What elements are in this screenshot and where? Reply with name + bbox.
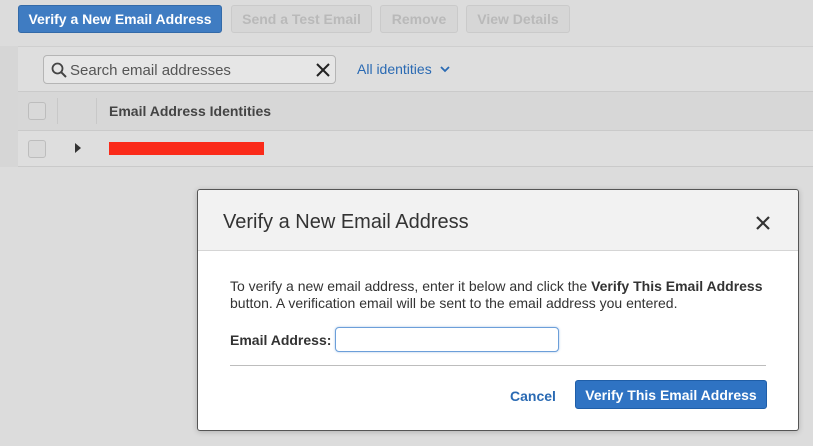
view-details-button[interactable]: View Details [466,5,570,33]
toolbar: Verify a New Email Address Send a Test E… [0,0,813,38]
column-header-email[interactable]: Email Address Identities [109,103,271,119]
column-divider [96,98,97,124]
chevron-down-icon [440,65,450,72]
clear-search-icon[interactable] [315,62,331,78]
dialog-header: Verify a New Email Address [198,190,798,251]
select-all-checkbox[interactable] [28,102,46,120]
description-button-name: Verify This Email Address [591,278,763,294]
dialog-title: Verify a New Email Address [223,211,469,233]
description-text-end: button. A verification email will be sen… [230,295,678,311]
send-test-email-button[interactable]: Send a Test Email [231,5,372,33]
search-icon [51,62,67,78]
redacted-email [109,142,264,155]
cancel-button[interactable]: Cancel [510,388,556,404]
remove-button[interactable]: Remove [380,5,458,33]
identity-filter-label: All identities [357,61,432,77]
close-icon[interactable] [756,216,770,230]
table-header: Email Address Identities [18,91,813,131]
divider [230,365,766,366]
identity-filter-dropdown[interactable]: All identities [357,59,450,79]
email-field[interactable] [335,327,559,352]
verify-email-dialog: Verify a New Email Address To verify a n… [197,189,799,431]
row-checkbox[interactable] [28,140,46,158]
verify-new-email-button[interactable]: Verify a New Email Address [18,5,222,33]
table-row[interactable] [18,131,813,167]
description-text: To verify a new email address, enter it … [230,278,592,294]
verify-email-button[interactable]: Verify This Email Address [575,380,767,409]
identities-panel: All identities Email Address Identities [18,46,813,167]
column-divider [57,98,58,124]
expand-row-icon[interactable] [74,142,82,154]
search-input[interactable] [70,60,300,80]
email-field-label: Email Address: [230,332,332,348]
dialog-description: To verify a new email address, enter it … [230,278,778,312]
side-gutter [0,46,18,167]
search-box[interactable] [43,55,336,84]
